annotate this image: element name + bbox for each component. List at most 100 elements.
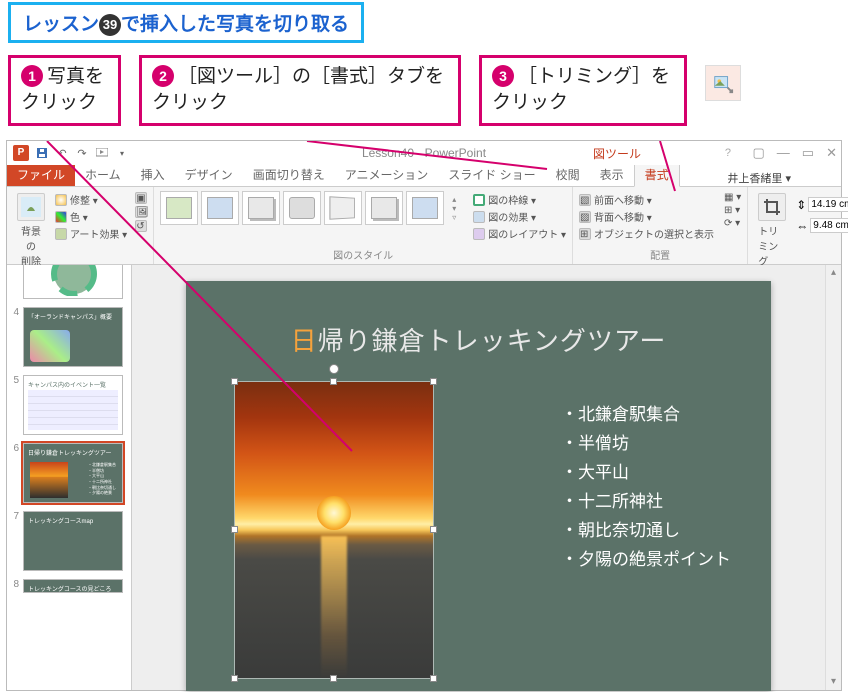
signin-label[interactable]: 井上香緒里 ▾ <box>727 170 841 186</box>
help-icon[interactable]: ? <box>725 147 731 159</box>
artistic-effects-button[interactable]: アート効果 ▾ <box>55 225 127 242</box>
bullet-1: 北鎌倉駅集合 <box>561 401 731 430</box>
callout-3-text: ［トリミング］を クリック <box>492 66 670 113</box>
slide-title: 日帰り鎌倉トレッキングツアー <box>186 321 771 358</box>
tab-design[interactable]: デザイン <box>175 163 243 186</box>
slide-bullets: 北鎌倉駅集合 半僧坊 大平山 十二所神社 朝比奈切通し 夕陽の絶景ポイント <box>561 401 731 574</box>
change-picture-icon: 🖼 <box>135 206 147 218</box>
crop-icon <box>758 193 786 221</box>
reset-picture-icon: ↺ <box>135 220 147 232</box>
slide-thumb-3[interactable] <box>23 265 123 299</box>
picture-effects-button[interactable]: 図の効果 ▾ <box>473 208 566 225</box>
remove-background-icon <box>17 193 45 221</box>
align-button[interactable]: ▦ ▾ <box>724 191 741 204</box>
tab-view[interactable]: 表示 <box>590 163 634 186</box>
selection-pane-icon: ⊞ <box>579 228 591 240</box>
ribbon-tabs: ファイル ホーム 挿入 デザイン 画面切り替え アニメーション スライド ショー… <box>7 165 841 187</box>
minimize-icon[interactable]: — <box>777 145 790 161</box>
ribbon-group-size: トリミング ▾ ⇕ ▴▾ ⇔ ▴▾ サイズ <box>748 187 848 264</box>
tab-home[interactable]: ホーム <box>75 163 131 186</box>
maximize-icon[interactable]: ▭ <box>802 145 814 161</box>
tab-insert[interactable]: 挿入 <box>131 163 175 186</box>
rotate-button[interactable]: ⟳ ▾ <box>724 217 741 230</box>
picture-style-3[interactable] <box>242 191 280 225</box>
slide-canvas-area[interactable]: 日帰り鎌倉トレッキングツアー 北鎌倉駅集 <box>132 265 825 690</box>
compress-pictures-button[interactable]: ▣ <box>135 191 147 205</box>
picture-layout-button[interactable]: 図のレイアウト ▾ <box>473 225 566 242</box>
color-button[interactable]: 色 ▾ <box>55 208 127 225</box>
tab-slideshow[interactable]: スライド ショー <box>438 163 545 186</box>
tab-animation[interactable]: アニメーション <box>335 163 439 186</box>
slide-thumb-6[interactable]: 日帰り鎌倉トレッキングツアー ・北鎌倉駅集合・半僧坊・大平山・十二所神社・朝比奈… <box>23 443 123 503</box>
remove-background-button[interactable]: 背景の 削除 <box>13 191 49 270</box>
artistic-icon <box>55 228 67 240</box>
scroll-up-icon[interactable]: ▴ <box>826 265 841 281</box>
ribbon-display-icon[interactable]: ▢ <box>753 145 765 161</box>
tab-review[interactable]: 校閲 <box>546 163 590 186</box>
selected-photo[interactable] <box>234 381 434 679</box>
resize-handle-tl[interactable] <box>231 378 238 385</box>
height-icon: ⇕ <box>796 198 806 212</box>
slide-thumb-4[interactable]: 「オーランドキャンパス」概要 <box>23 307 123 367</box>
callout-1-num: 1 <box>21 65 43 87</box>
corrections-button[interactable]: 修整 ▾ <box>55 191 127 208</box>
resize-handle-bl[interactable] <box>231 675 238 682</box>
scroll-down-icon[interactable]: ▾ <box>826 674 841 690</box>
instruction-callouts: 1写真を クリック 2［図ツール］の［書式］タブを クリック 3［トリミング］を… <box>0 55 848 140</box>
tab-file[interactable]: ファイル <box>7 163 75 186</box>
lesson-title: レッスン39で挿入した写真を切り取る <box>8 2 364 43</box>
ribbon-group-arrange: ▧前面へ移動 ▾ ▨背面へ移動 ▾ ⊞オブジェクトの選択と表示 ▦ ▾ ⊞ ▾ … <box>573 187 748 264</box>
rotate-handle[interactable] <box>329 364 339 374</box>
selection-pane-button[interactable]: ⊞オブジェクトの選択と表示 <box>579 225 714 242</box>
picture-style-7[interactable] <box>406 191 444 225</box>
picture-style-4[interactable] <box>283 191 321 225</box>
slide-thumb-8[interactable]: トレッキングコースの見どころ <box>23 579 123 593</box>
resize-handle-b[interactable] <box>330 675 337 682</box>
vertical-scrollbar[interactable]: ▴ ▾ <box>825 265 841 690</box>
picture-style-gallery[interactable]: ▴▾▿ <box>160 191 461 225</box>
tab-transition[interactable]: 画面切り替え <box>243 163 335 186</box>
resize-handle-tr[interactable] <box>430 378 437 385</box>
undo-icon[interactable]: ↶ <box>55 146 69 160</box>
close-icon[interactable]: ✕ <box>826 145 837 161</box>
picture-style-2[interactable] <box>201 191 239 225</box>
width-icon: ⇔ <box>796 219 808 233</box>
picture-border-button[interactable]: 図の枠線 ▾ <box>473 191 566 208</box>
bring-forward-button[interactable]: ▧前面へ移動 ▾ <box>579 191 714 208</box>
bring-forward-icon: ▧ <box>579 194 591 206</box>
picture-border-icon <box>473 194 485 206</box>
slide-thumb-7[interactable]: トレッキングコースmap <box>23 511 123 571</box>
width-field[interactable] <box>810 218 848 233</box>
group-button[interactable]: ⊞ ▾ <box>724 204 741 217</box>
slide-thumbnail-pane[interactable]: 4 「オーランドキャンパス」概要 5 キャンパス内のイベント一覧 6 日帰り鎌倉… <box>7 265 132 690</box>
reset-picture-button[interactable]: ↺ <box>135 219 147 233</box>
callout-2-text: ［図ツール］の［書式］タブを クリック <box>152 66 444 113</box>
slide-thumb-5[interactable]: キャンパス内のイベント一覧 <box>23 375 123 435</box>
bullet-6: 夕陽の絶景ポイント <box>561 546 731 575</box>
width-input[interactable]: ⇔ ▴▾ <box>796 218 848 233</box>
callout-2-num: 2 <box>152 65 174 87</box>
redo-icon[interactable]: ↷ <box>75 146 89 160</box>
send-backward-button[interactable]: ▨背面へ移動 ▾ <box>579 208 714 225</box>
window-controls: ▢ — ▭ ✕ <box>753 145 838 161</box>
resize-handle-t[interactable] <box>330 378 337 385</box>
contextual-tab-label: 図ツール <box>593 145 641 162</box>
arrange-group-label: 配置 <box>579 247 741 262</box>
document-title: Lesson40 - PowerPoint <box>362 146 486 160</box>
height-input[interactable]: ⇕ ▴▾ <box>796 197 848 212</box>
resize-handle-r[interactable] <box>430 526 437 533</box>
sunset-photo <box>235 382 433 678</box>
resize-handle-l[interactable] <box>231 526 238 533</box>
gallery-more-icon[interactable]: ▴▾▿ <box>447 191 461 225</box>
resize-handle-br[interactable] <box>430 675 437 682</box>
start-slideshow-icon[interactable] <box>95 146 109 160</box>
height-field[interactable] <box>808 197 848 212</box>
tab-format[interactable]: 書式 <box>634 162 680 187</box>
picture-style-1[interactable] <box>160 191 198 225</box>
change-picture-button[interactable]: 🖼 <box>135 205 147 219</box>
qat-dropdown-icon[interactable]: ▾ <box>115 146 129 160</box>
picture-style-5[interactable] <box>324 191 362 225</box>
save-icon[interactable] <box>35 146 49 160</box>
picture-style-6[interactable] <box>365 191 403 225</box>
powerpoint-logo-icon: P <box>13 145 29 161</box>
